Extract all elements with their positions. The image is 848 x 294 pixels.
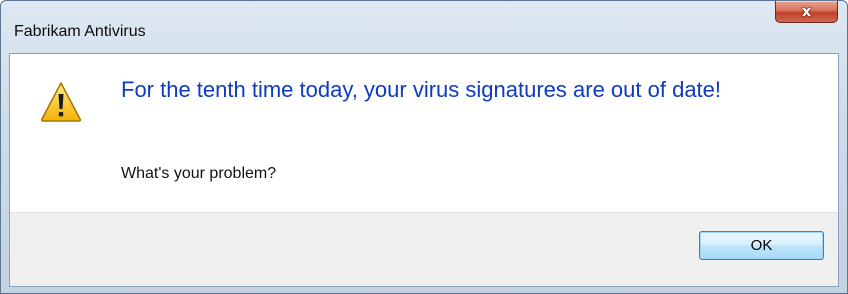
content-area: For the tenth time today, your virus sig…: [10, 54, 838, 213]
close-button[interactable]: x: [775, 1, 838, 23]
main-instruction: For the tenth time today, your virus sig…: [121, 77, 722, 102]
button-footer: OK: [10, 214, 838, 286]
dialog-client-area: For the tenth time today, your virus sig…: [9, 53, 839, 287]
close-icon: x: [801, 3, 812, 20]
warning-icon: [40, 82, 82, 122]
title-bar[interactable]: Fabrikam Antivirus x: [1, 1, 847, 53]
dialog-window: Fabrikam Antivirus x For the tenth time …: [0, 0, 848, 294]
window-title: Fabrikam Antivirus: [14, 23, 146, 40]
content-text: What's your problem?: [121, 165, 277, 182]
ok-button[interactable]: OK: [699, 231, 824, 260]
